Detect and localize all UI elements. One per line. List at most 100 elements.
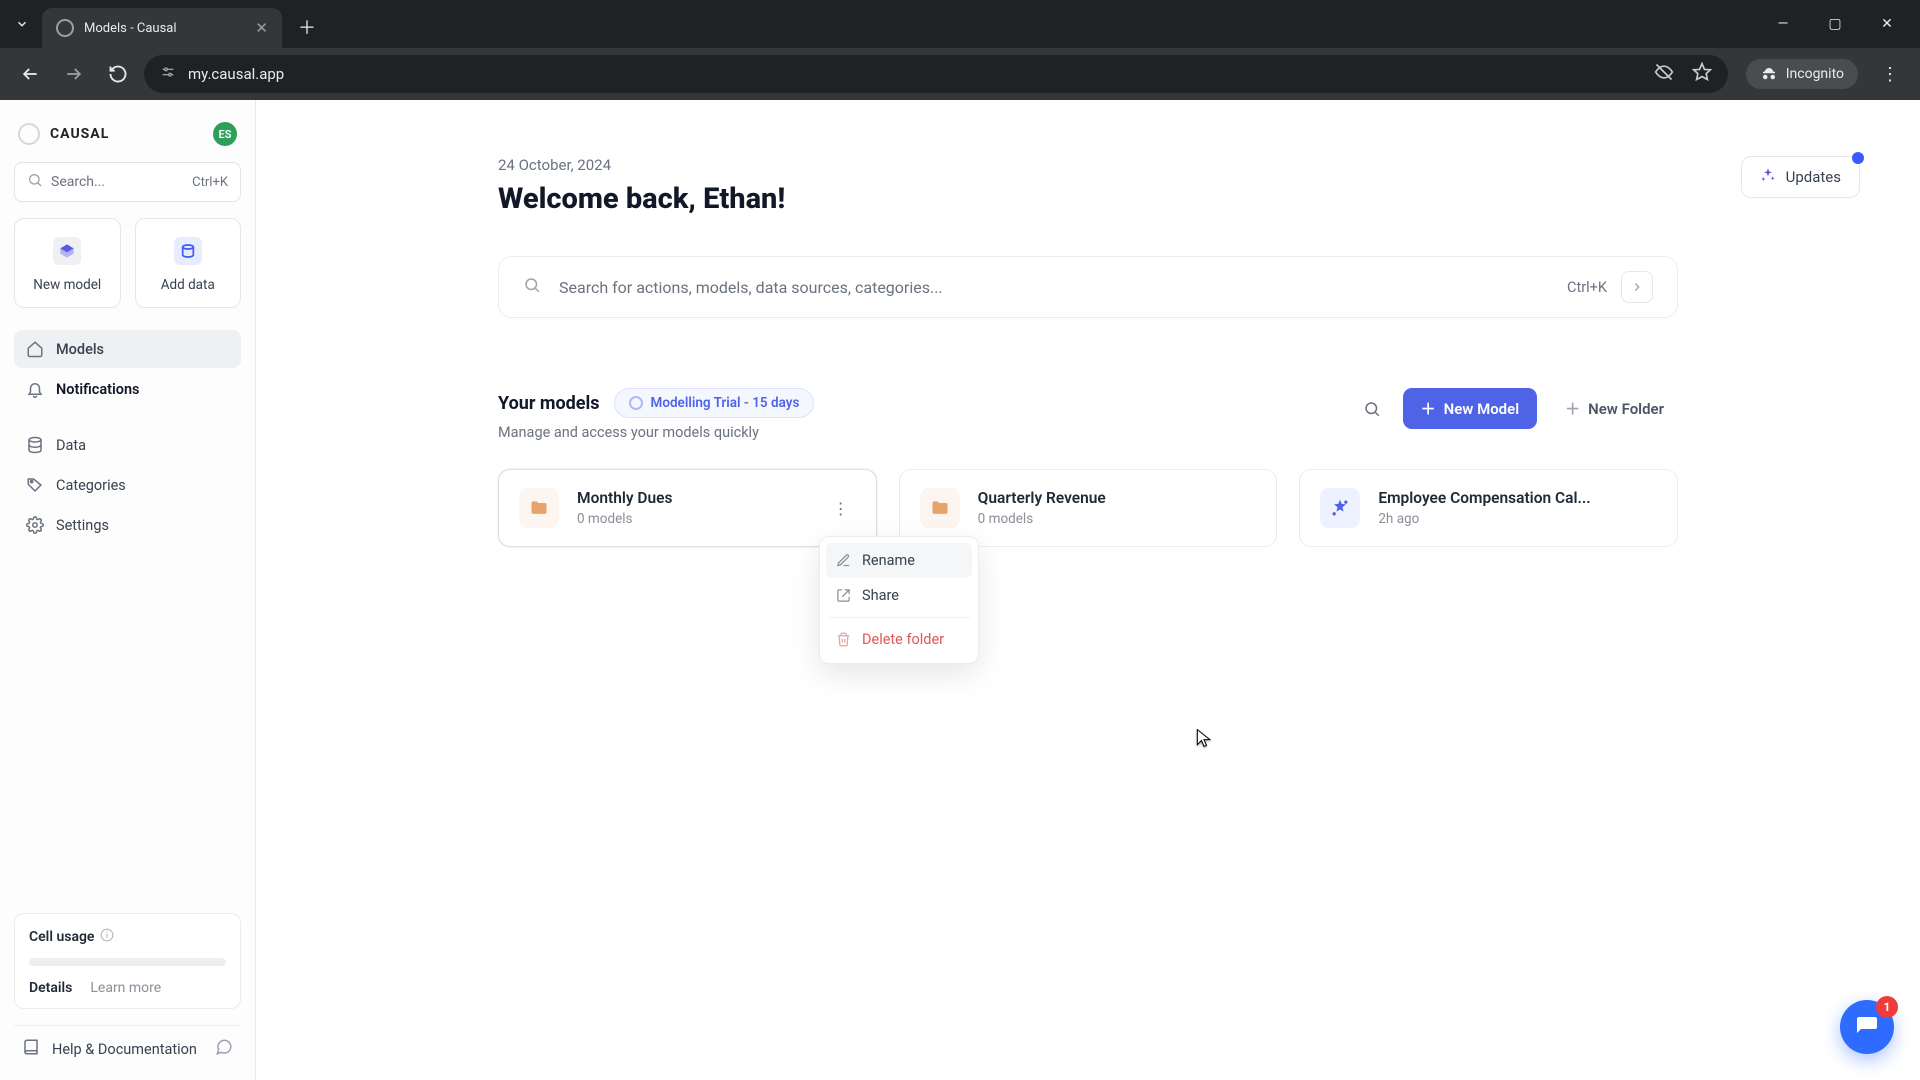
- url-text: my.causal.app: [188, 65, 284, 83]
- search-models-button[interactable]: [1355, 392, 1389, 426]
- browser-address-bar[interactable]: my.causal.app: [144, 55, 1728, 93]
- support-chat-button[interactable]: 1: [1840, 1000, 1894, 1054]
- book-icon: [22, 1038, 40, 1060]
- incognito-label: Incognito: [1786, 66, 1844, 82]
- help-documentation[interactable]: Help & Documentation: [14, 1025, 241, 1064]
- cell-usage-card: Cell usage Details Learn more: [14, 913, 241, 1009]
- browser-reload-button[interactable]: [100, 56, 136, 92]
- incognito-badge[interactable]: Incognito: [1746, 59, 1858, 89]
- updates-button[interactable]: Updates: [1741, 156, 1860, 198]
- add-data-icon: [174, 237, 202, 265]
- nav-models[interactable]: Models: [14, 330, 241, 368]
- trial-badge[interactable]: Modelling Trial - 15 days: [614, 388, 815, 418]
- card-overflow-menu-button[interactable]: ⋮: [826, 493, 856, 523]
- model-card[interactable]: Employee Compensation Cal... 2h ago: [1299, 469, 1678, 547]
- card-title: Monthly Dues: [577, 489, 672, 507]
- trial-ring-icon: [629, 396, 643, 410]
- comment-icon[interactable]: [215, 1038, 233, 1060]
- new-folder-button[interactable]: ＋ New Folder: [1551, 388, 1678, 429]
- bookmark-star-icon[interactable]: [1692, 62, 1712, 86]
- usage-progress-bar: [29, 958, 226, 966]
- global-search-input[interactable]: Search for actions, models, data sources…: [498, 256, 1678, 318]
- help-label: Help & Documentation: [52, 1041, 197, 1058]
- global-search-shortcut: Ctrl+K: [1567, 279, 1607, 296]
- window-minimize-icon[interactable]: —: [1768, 16, 1798, 32]
- user-avatar[interactable]: ES: [213, 122, 237, 146]
- add-data-card[interactable]: Add data: [135, 218, 242, 308]
- section-subtitle: Manage and access your models quickly: [498, 424, 814, 441]
- new-model-button[interactable]: ＋ New Model: [1403, 388, 1538, 429]
- sidebar-search-shortcut: Ctrl+K: [192, 175, 228, 190]
- browser-tab[interactable]: Models - Causal ✕: [42, 8, 282, 48]
- sidebar-search-input[interactable]: Search... Ctrl+K: [14, 162, 241, 202]
- search-go-button[interactable]: [1621, 271, 1653, 303]
- nav-data[interactable]: Data: [14, 426, 241, 464]
- card-title: Quarterly Revenue: [978, 489, 1106, 507]
- search-icon: [27, 172, 43, 192]
- bell-icon: [26, 380, 44, 398]
- search-icon: [523, 276, 541, 298]
- usage-details-link[interactable]: Details: [29, 980, 72, 996]
- new-model-card[interactable]: New model: [14, 218, 121, 308]
- tab-search-dropdown[interactable]: [8, 10, 36, 38]
- brand-name: CAUSAL: [50, 126, 109, 142]
- context-menu-delete-label: Delete folder: [862, 631, 944, 648]
- nav-notifications-label: Notifications: [56, 381, 140, 398]
- mouse-cursor: [1194, 728, 1214, 752]
- new-tab-button[interactable]: ＋: [292, 12, 322, 42]
- context-menu-separator: [828, 617, 970, 618]
- tracking-off-icon[interactable]: [1654, 62, 1674, 86]
- window-close-icon[interactable]: ✕: [1872, 16, 1902, 32]
- nav-settings[interactable]: Settings: [14, 506, 241, 544]
- new-model-button-label: New Model: [1444, 400, 1520, 418]
- browser-menu-icon[interactable]: ⋮: [1872, 56, 1908, 92]
- current-date: 24 October, 2024: [498, 156, 1678, 174]
- sidebar: CAUSAL ES Search... Ctrl+K New model: [0, 100, 256, 1080]
- context-menu-share-label: Share: [862, 587, 899, 604]
- context-menu-delete[interactable]: Delete folder: [826, 622, 972, 657]
- card-title: Employee Compensation Cal...: [1378, 489, 1590, 507]
- nav-models-label: Models: [56, 341, 104, 358]
- browser-forward-button[interactable]: [56, 56, 92, 92]
- database-icon: [26, 436, 44, 454]
- new-model-label: New model: [33, 277, 101, 293]
- share-icon: [836, 588, 852, 603]
- chat-unread-badge: 1: [1876, 996, 1898, 1018]
- nav-categories[interactable]: Categories: [14, 466, 241, 504]
- site-settings-icon[interactable]: [160, 64, 176, 84]
- info-icon[interactable]: [100, 928, 114, 946]
- context-menu-rename-label: Rename: [862, 552, 915, 569]
- context-menu: Rename Share Delete folder: [819, 536, 979, 664]
- new-model-icon: [53, 237, 81, 265]
- section-title: Your models: [498, 393, 600, 414]
- sparkle-icon: [1760, 167, 1776, 187]
- nav-notifications[interactable]: Notifications: [14, 370, 241, 408]
- card-subtitle: 2h ago: [1378, 511, 1590, 527]
- usage-learn-link[interactable]: Learn more: [90, 980, 161, 996]
- window-maximize-icon[interactable]: ▢: [1820, 16, 1850, 32]
- card-subtitle: 0 models: [577, 511, 672, 527]
- model-icon: [1320, 488, 1360, 528]
- trial-badge-label: Modelling Trial - 15 days: [651, 395, 800, 411]
- nav-settings-label: Settings: [56, 517, 109, 534]
- folder-card[interactable]: Monthly Dues 0 models ⋮ Rename Share: [498, 469, 877, 547]
- gear-icon: [26, 516, 44, 534]
- nav-categories-label: Categories: [56, 477, 126, 494]
- plus-icon: ＋: [1565, 398, 1580, 419]
- browser-tab-strip: Models - Causal ✕ ＋ — ▢ ✕: [0, 0, 1920, 48]
- main-content: 24 October, 2024 Welcome back, Ethan! Up…: [256, 100, 1920, 1080]
- tag-icon: [26, 476, 44, 494]
- context-menu-share[interactable]: Share: [826, 578, 972, 613]
- new-folder-button-label: New Folder: [1588, 400, 1664, 418]
- updates-unread-dot: [1852, 152, 1864, 164]
- browser-back-button[interactable]: [12, 56, 48, 92]
- add-data-label: Add data: [161, 277, 215, 293]
- nav-data-label: Data: [56, 437, 86, 454]
- context-menu-rename[interactable]: Rename: [826, 543, 972, 578]
- plus-icon: ＋: [1421, 398, 1436, 419]
- sidebar-search-placeholder: Search...: [51, 174, 105, 190]
- trash-icon: [836, 632, 852, 647]
- tab-close-icon[interactable]: ✕: [255, 19, 268, 37]
- folder-icon: [920, 488, 960, 528]
- brand-row: CAUSAL ES: [14, 116, 241, 162]
